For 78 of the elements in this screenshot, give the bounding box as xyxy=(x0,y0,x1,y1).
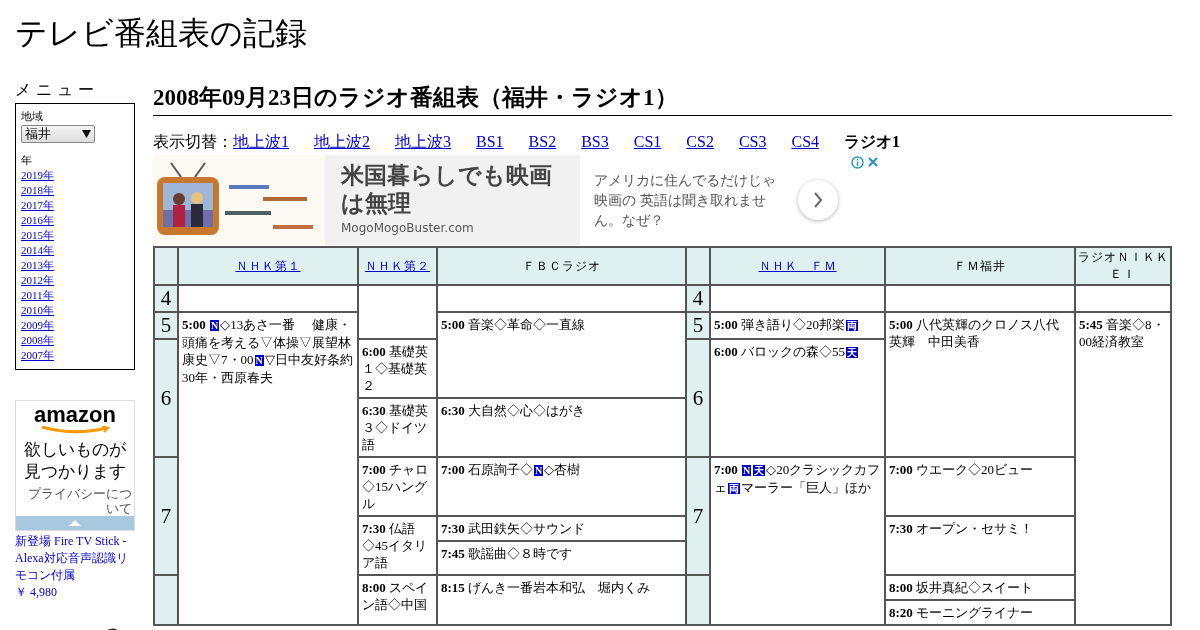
region-select[interactable]: 福井 xyxy=(21,125,95,143)
product-price: ￥ 4,980 xyxy=(15,584,58,601)
year-link[interactable]: 2018年 xyxy=(21,183,54,198)
view-tab[interactable]: CS1 xyxy=(633,133,662,151)
year-link[interactable]: 2016年 xyxy=(21,213,54,228)
product-link[interactable]: 新登場 Fire TV Stick - Alexa対応音声認識リモコン付属 xyxy=(15,533,135,584)
year-link[interactable]: 2017年 xyxy=(21,198,54,213)
year-link[interactable]: 2011年 xyxy=(21,288,54,303)
hour-label: 6 xyxy=(154,339,178,457)
year-link[interactable]: 2008年 xyxy=(21,333,54,348)
ad-tagline: 欲しいものが見つかります xyxy=(23,438,127,482)
up-triangle-icon xyxy=(69,520,81,526)
program-entry: 7:00 チャロ◇15ハングル xyxy=(362,461,430,512)
year-link[interactable]: 2009年 xyxy=(21,318,54,333)
program-entry: 7:30 仏語◇45イタリア語 xyxy=(362,520,428,571)
view-tab[interactable]: CS2 xyxy=(686,133,714,151)
program-entry: 8:00 スペイン語◇中国 xyxy=(362,579,430,613)
page-heading: 2008年09月23日のラジオ番組表（福井・ラジオ1） xyxy=(153,82,1172,116)
view-tab[interactable]: BS2 xyxy=(528,133,557,151)
year-link[interactable]: 2014年 xyxy=(21,243,54,258)
ad-domain: MogoMogoBuster.com xyxy=(341,221,475,235)
program-entry: 5:45 音楽◇8・00経済教室 xyxy=(1079,316,1166,350)
info-icon[interactable] xyxy=(851,156,864,169)
program-entry: 6:00 バロックの森◇55天 xyxy=(714,343,860,361)
view-switch-label: 表示切替： xyxy=(153,132,233,152)
program-entry: 8:20 モーニングライナー xyxy=(889,604,1035,621)
channel-name: ＦＭ福井 xyxy=(954,258,1006,273)
program-entry: 8:15 げんき一番岩本和弘 堀内くみ xyxy=(441,579,652,596)
ad-headline: 米国暮らしでも映画は無理 xyxy=(341,161,553,217)
channel-link[interactable]: ＮＨＫ ＦＭ xyxy=(758,258,837,273)
hour-label: 4 xyxy=(154,285,178,312)
year-link[interactable]: 2010年 xyxy=(21,303,54,318)
hour-label: 7 xyxy=(154,457,178,575)
view-tab[interactable]: 地上波3 xyxy=(395,132,451,153)
view-tab[interactable]: 地上波1 xyxy=(233,132,289,153)
program-entry: 7:00 ウエーク◇20ビュー xyxy=(889,461,1035,478)
year-link[interactable]: 2013年 xyxy=(21,258,54,273)
hour-label: 7 xyxy=(686,457,710,575)
hour-label: 5 xyxy=(154,312,178,339)
year-link[interactable]: 2019年 xyxy=(21,168,54,183)
program-entry: 7:30 オープン・セサミ！ xyxy=(889,520,1035,537)
region-label: 地域 xyxy=(21,109,43,124)
channel-link[interactable]: ＮＨＫ第１ xyxy=(235,258,301,273)
year-link[interactable]: 2015年 xyxy=(21,228,54,243)
program-entry: 6:30 基礎英３◇ドイツ語 xyxy=(362,402,430,453)
site-title: テレビ番組表の記録 xyxy=(15,13,308,54)
program-entry: 5:00 八代英輝のクロノス八代英輝 中田美香 xyxy=(889,316,1061,350)
program-entry: 7:30 武田鉄矢◇サウンド xyxy=(441,520,587,537)
program-entry: 6:30 大自然◇心◇はがき xyxy=(441,402,587,419)
program-entry: 6:00 基礎英１◇基礎英２ xyxy=(362,343,430,394)
program-entry: 5:00 音楽◇革命◇一直線 xyxy=(441,316,587,333)
year-label: 年 xyxy=(21,153,32,168)
program-entry: 5:00 N◇13あさ一番 健康・頭痛を考える▽体操▽展望林康史▽7・00N▽日中友好条約30年・西原春夫 xyxy=(182,316,354,386)
menu-heading: メ ニ ュ ー xyxy=(15,80,96,101)
program-entry: 7:45 歌謡曲◇８時です xyxy=(441,545,574,562)
smile-arrow-icon xyxy=(40,426,110,434)
close-icon[interactable] xyxy=(867,156,879,168)
year-link[interactable]: 2012年 xyxy=(21,273,54,288)
view-tab[interactable]: ラジオ1 xyxy=(844,132,901,153)
channel-name: ラジオＮＩＫＫＥＩ xyxy=(1077,250,1169,281)
ad-logo: amazon xyxy=(34,405,116,425)
view-tab[interactable]: CS4 xyxy=(791,133,820,151)
program-entry: 5:00 弾き語り◇20邦楽 両 xyxy=(714,316,860,334)
chevron-icon xyxy=(813,192,823,208)
view-tab[interactable]: CS3 xyxy=(738,133,767,151)
program-entry: 8:00 坂井真紀◇スイート xyxy=(889,579,1035,596)
hour-label: 6 xyxy=(686,339,710,457)
channel-name: ＦＢＣラジオ xyxy=(522,258,601,273)
next-button[interactable] xyxy=(798,180,838,220)
year-link[interactable]: 2007年 xyxy=(21,348,54,363)
view-tab[interactable]: BS1 xyxy=(476,133,504,151)
program-entry: 7:00 石原詢子◇N◇杏樹 xyxy=(441,461,582,479)
view-tab[interactable]: 地上波2 xyxy=(314,132,370,153)
privacy-link[interactable]: プライバシーについて xyxy=(16,486,132,516)
view-tab[interactable]: BS3 xyxy=(581,133,609,151)
ad-text: アメリカに住んでるだけじゃ映画の 英語は聞き取れません。なぜ？ xyxy=(594,171,777,230)
program-entry: 7:00 N 天◇20クラシックカフェ 両 マーラー「巨人」ほか xyxy=(714,461,881,497)
caret-icon xyxy=(82,130,91,138)
